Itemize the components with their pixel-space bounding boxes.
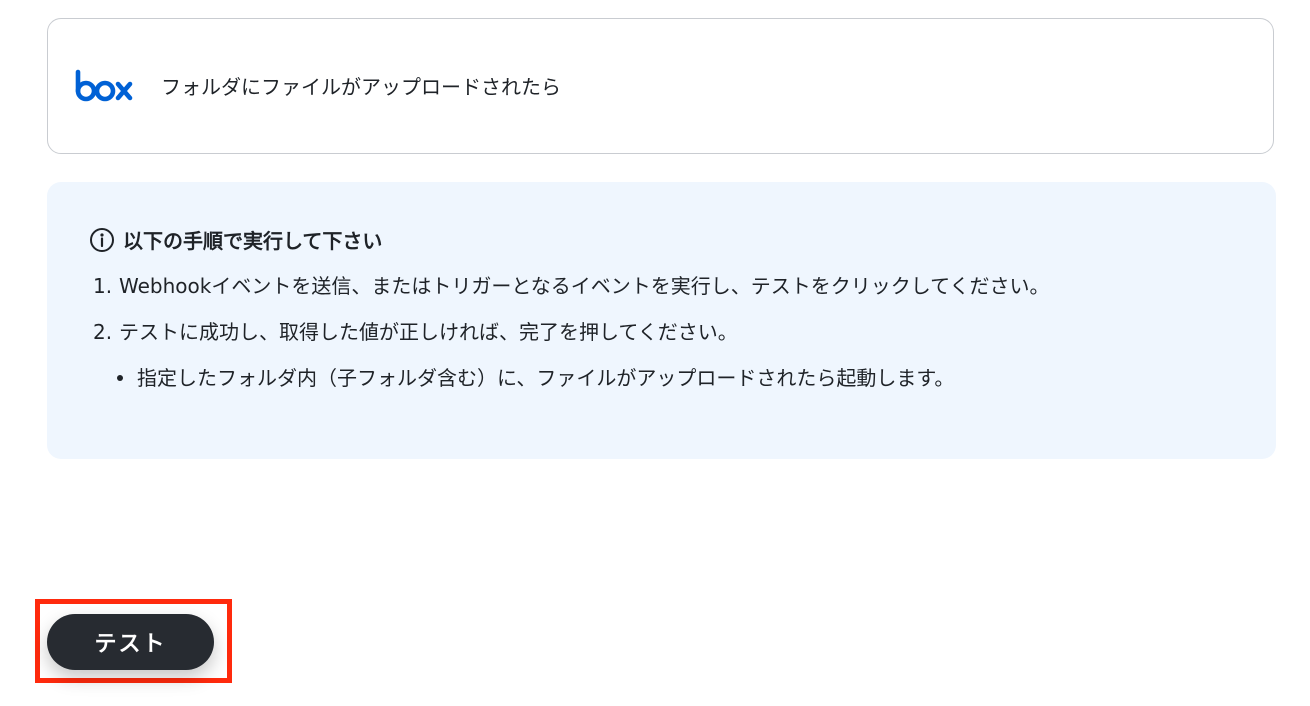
trigger-label: フォルダにファイルがアップロードされたら bbox=[161, 75, 561, 99]
instruction-bullet: 指定したフォルダ内（子フォルダ含む）に、ファイルがアップロードされたら起動します… bbox=[117, 365, 954, 391]
instructions-heading-text: 以下の手順で実行して下さい bbox=[123, 229, 383, 253]
step-number: 1. bbox=[93, 274, 113, 298]
box-logo bbox=[75, 69, 133, 102]
bullet-dot bbox=[117, 375, 123, 381]
instruction-step: 1. Webhookイベントを送信、またはトリガーとなるイベントを実行し、テストを… bbox=[93, 273, 1050, 299]
info-icon bbox=[90, 227, 114, 252]
step-text: テストに成功し、取得した値が正しければ、完了を押してください。 bbox=[119, 320, 738, 344]
instructions-heading: 以下の手順で実行して下さい bbox=[89, 225, 382, 254]
step-text: Webhookイベントを送信、またはトリガーとなるイベントを実行し、テストをクリ… bbox=[119, 274, 1050, 298]
instruction-step: 2. テストに成功し、取得した値が正しければ、完了を押してください。 bbox=[93, 319, 738, 345]
instructions-panel: 以下の手順で実行して下さい 1. Webhookイベントを送信、またはトリガーとな… bbox=[47, 182, 1276, 459]
test-button[interactable]: テスト bbox=[47, 614, 214, 670]
step-number: 2. bbox=[93, 320, 113, 344]
bullet-text: 指定したフォルダ内（子フォルダ含む）に、ファイルがアップロードされたら起動します… bbox=[137, 366, 955, 390]
trigger-card: フォルダにファイルがアップロードされたら bbox=[47, 18, 1274, 154]
